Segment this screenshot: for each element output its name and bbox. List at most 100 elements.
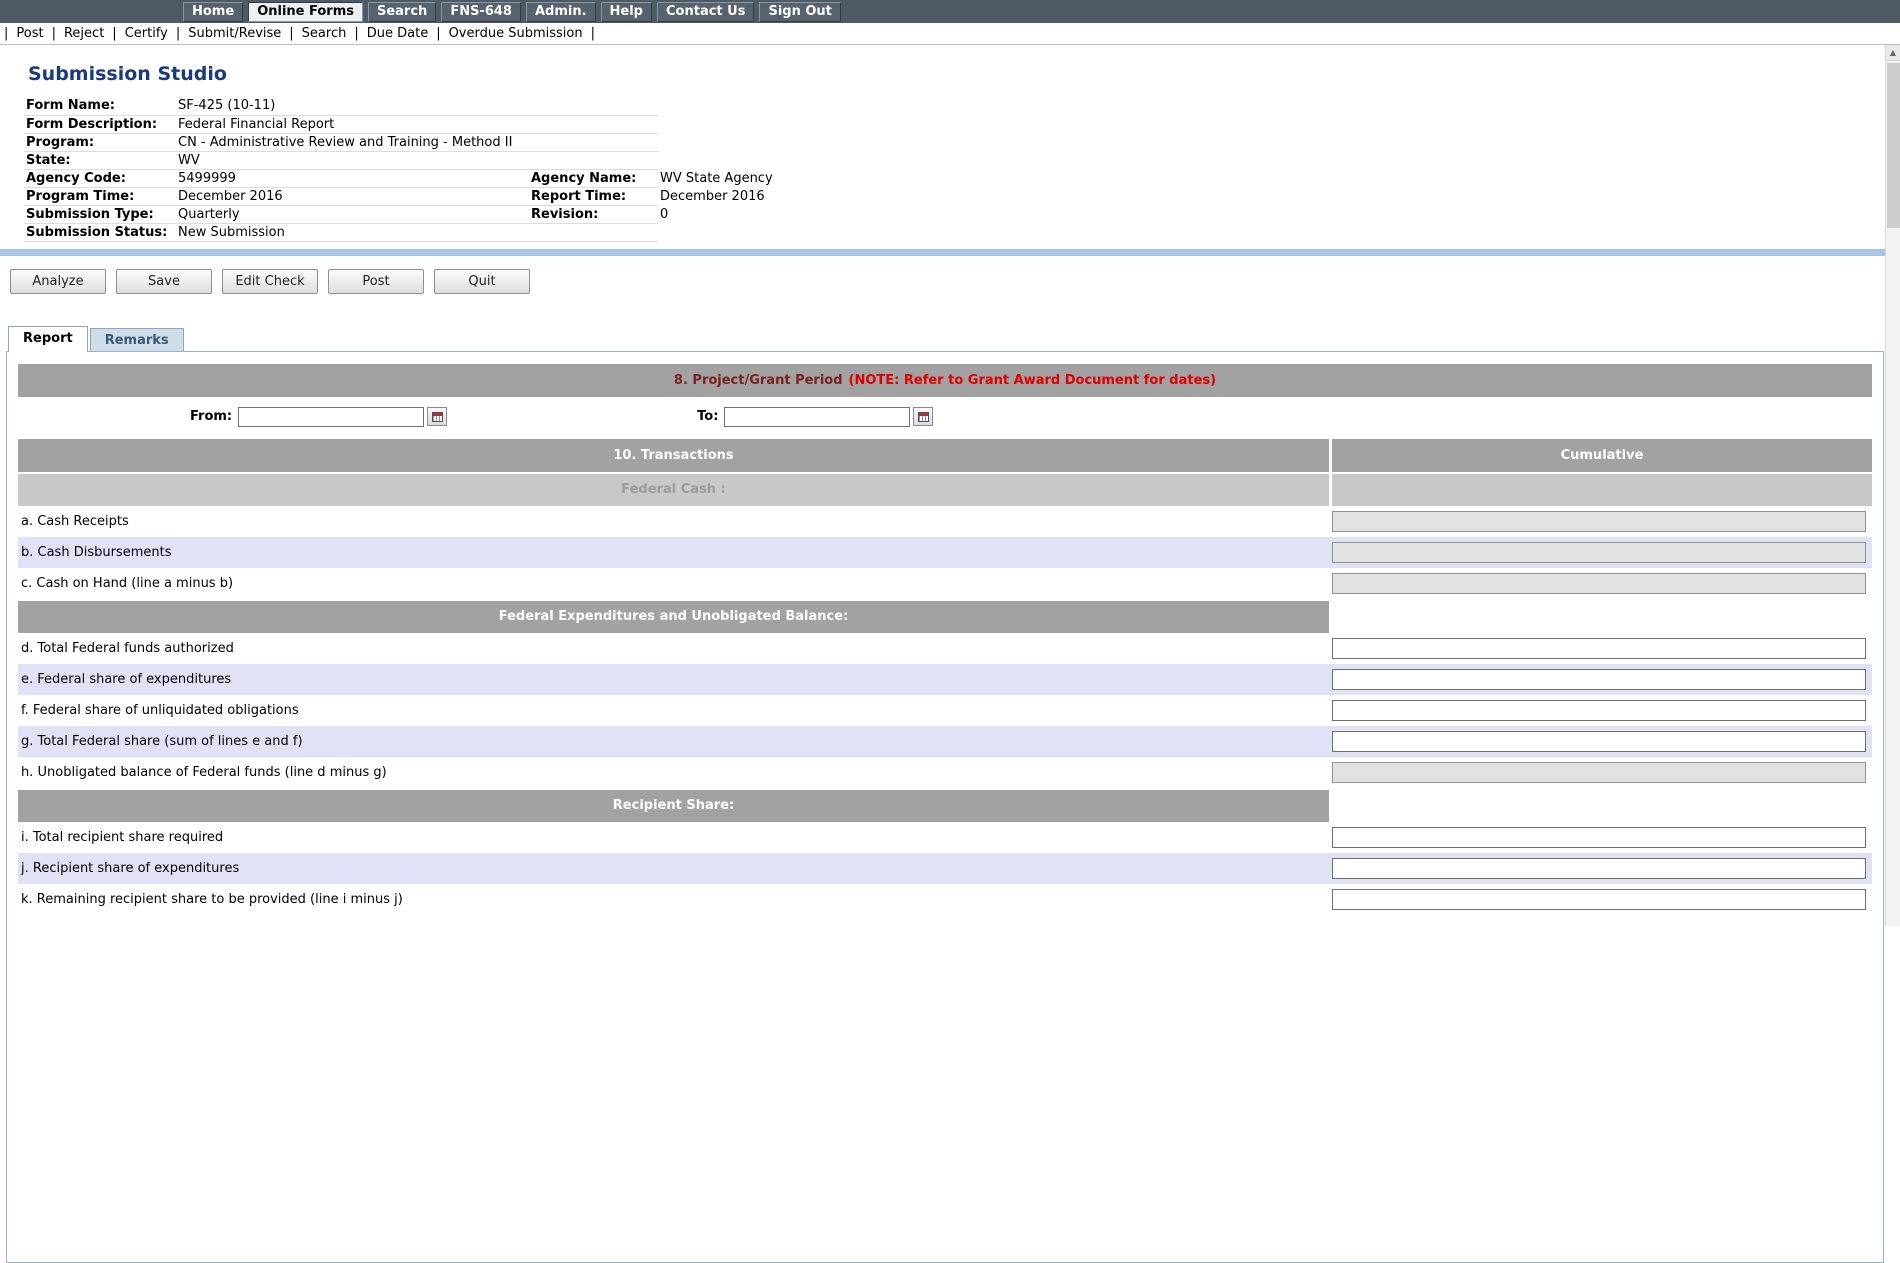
analyze-button[interactable]: Analyze (10, 269, 106, 294)
tab-report[interactable]: Report (8, 326, 88, 352)
info-label2: Report Time: (529, 187, 658, 205)
info-value2: 0 (658, 205, 1178, 223)
cumulative-input-a (1332, 511, 1866, 532)
row-label-j: j. Recipient share of expenditures (18, 861, 1329, 876)
info-label1: Form Description: (24, 115, 176, 133)
section-title: Recipient Share: (18, 790, 1329, 822)
transaction-row-f: f. Federal share of unliquidated obligat… (18, 695, 1872, 726)
info-label2 (529, 151, 658, 169)
info-label2: Agency Name: (529, 169, 658, 187)
cumulative-input-i[interactable] (1332, 827, 1866, 848)
nav-item-search[interactable]: Search (368, 2, 436, 22)
from-calendar-button[interactable] (427, 407, 447, 426)
menu-item-overdue-submission[interactable]: Overdue Submission (441, 26, 591, 41)
info-label1: State: (24, 151, 176, 169)
transaction-row-j: j. Recipient share of expenditures (18, 853, 1872, 884)
info-tbody: Form Name:SF-425 (10-11)Form Description… (24, 97, 1178, 241)
transaction-row-i: i. Total recipient share required (18, 822, 1872, 853)
cumulative-input-e[interactable] (1332, 669, 1866, 690)
cumulative-input-c (1332, 573, 1866, 594)
menu-separator: | (591, 26, 595, 41)
nav-item-fns-648[interactable]: FNS-648 (441, 2, 521, 22)
to-calendar-button[interactable] (913, 407, 933, 426)
info-value2 (658, 151, 1178, 169)
menu-item-post[interactable]: Post (8, 26, 51, 41)
info-label1: Submission Type: (24, 205, 176, 223)
row-label-c: c. Cash on Hand (line a minus b) (18, 576, 1329, 591)
cumulative-input-d[interactable] (1332, 638, 1866, 659)
info-row: Form Name:SF-425 (10-11) (24, 97, 1178, 115)
transactions-header: 10. Transactions Cumulative (18, 439, 1872, 472)
scroll-up-icon: ▲ (1890, 48, 1896, 57)
tab-remarks[interactable]: Remarks (90, 328, 184, 351)
row-label-f: f. Federal share of unliquidated obligat… (18, 703, 1329, 718)
info-value1: New Submission (176, 223, 529, 241)
cumulative-input-k[interactable] (1332, 889, 1866, 910)
cumulative-input-f[interactable] (1332, 700, 1866, 721)
cumulative-cell-j (1332, 858, 1872, 879)
info-value2 (658, 115, 1178, 133)
row-label-g: g. Total Federal share (sum of lines e a… (18, 734, 1329, 749)
from-date-input[interactable] (238, 407, 424, 427)
info-label1: Agency Code: (24, 169, 176, 187)
section-right-cell (1332, 601, 1872, 633)
menu-item-due-date[interactable]: Due Date (359, 26, 436, 41)
transaction-row-g: g. Total Federal share (sum of lines e a… (18, 726, 1872, 757)
info-label1: Submission Status: (24, 223, 176, 241)
nav-item-sign-out[interactable]: Sign Out (759, 2, 840, 22)
page-title: Submission Studio (28, 63, 1900, 85)
quit-button[interactable]: Quit (434, 269, 530, 294)
edit-check-button[interactable]: Edit Check (222, 269, 318, 294)
cumulative-cell-g (1332, 731, 1872, 752)
info-value1: December 2016 (176, 187, 529, 205)
info-value1: WV (176, 151, 529, 169)
info-value2 (658, 223, 1178, 241)
section-divider (0, 249, 1900, 256)
nav-item-home[interactable]: Home (183, 2, 243, 22)
nav-item-admin[interactable]: Admin. (526, 2, 596, 22)
nav-item-contact-us[interactable]: Contact Us (657, 2, 754, 22)
section-right-cell (1332, 790, 1872, 822)
section-title: Federal Expenditures and Unobligated Bal… (18, 601, 1329, 633)
transaction-row-e: e. Federal share of expenditures (18, 664, 1872, 695)
calendar-icon (432, 412, 443, 422)
info-row: Submission Status:New Submission (24, 223, 1178, 241)
menu-item-reject[interactable]: Reject (56, 26, 112, 41)
info-row: State:WV (24, 151, 1178, 169)
info-value1: Federal Financial Report (176, 115, 529, 133)
row-label-h: h. Unobligated balance of Federal funds … (18, 765, 1329, 780)
cumulative-cell-b (1332, 542, 1872, 563)
scroll-up-button[interactable]: ▲ (1886, 45, 1900, 61)
scrollbar-thumb[interactable] (1887, 63, 1900, 228)
transaction-row-b: b. Cash Disbursements (18, 537, 1872, 568)
post-button[interactable]: Post (328, 269, 424, 294)
info-label2 (529, 223, 658, 241)
row-label-e: e. Federal share of expenditures (18, 672, 1329, 687)
nav-item-online-forms[interactable]: Online Forms (248, 2, 363, 22)
transaction-row-c: c. Cash on Hand (line a minus b) (18, 568, 1872, 599)
cumulative-input-g[interactable] (1332, 731, 1866, 752)
menu-item-search[interactable]: Search (294, 26, 355, 41)
save-button[interactable]: Save (116, 269, 212, 294)
info-label2 (529, 97, 658, 115)
action-bar: Analyze Save Edit Check Post Quit (10, 269, 1900, 294)
info-label2 (529, 133, 658, 151)
cumulative-cell-e (1332, 669, 1872, 690)
menu-item-certify[interactable]: Certify (117, 26, 176, 41)
nav-item-help[interactable]: Help (601, 2, 652, 22)
info-value1: SF-425 (10-11) (176, 97, 529, 115)
cumulative-cell-i (1332, 827, 1872, 848)
section-right-cell (1332, 474, 1872, 506)
cumulative-input-j[interactable] (1332, 858, 1866, 879)
info-row: Program:CN - Administrative Review and T… (24, 133, 1178, 151)
menu-item-submit-revise[interactable]: Submit/Revise (180, 26, 289, 41)
transaction-row-a: a. Cash Receipts (18, 506, 1872, 537)
info-value1: 5499999 (176, 169, 529, 187)
to-date-input[interactable] (724, 407, 910, 427)
vertical-scrollbar[interactable]: ▲ (1885, 45, 1900, 926)
info-value1: CN - Administrative Review and Training … (176, 133, 529, 151)
period-date-row: From: To: (18, 397, 1872, 437)
info-row: Form Description:Federal Financial Repor… (24, 115, 1178, 133)
info-row: Submission Type:QuarterlyRevision:0 (24, 205, 1178, 223)
cumulative-input-h (1332, 762, 1866, 783)
